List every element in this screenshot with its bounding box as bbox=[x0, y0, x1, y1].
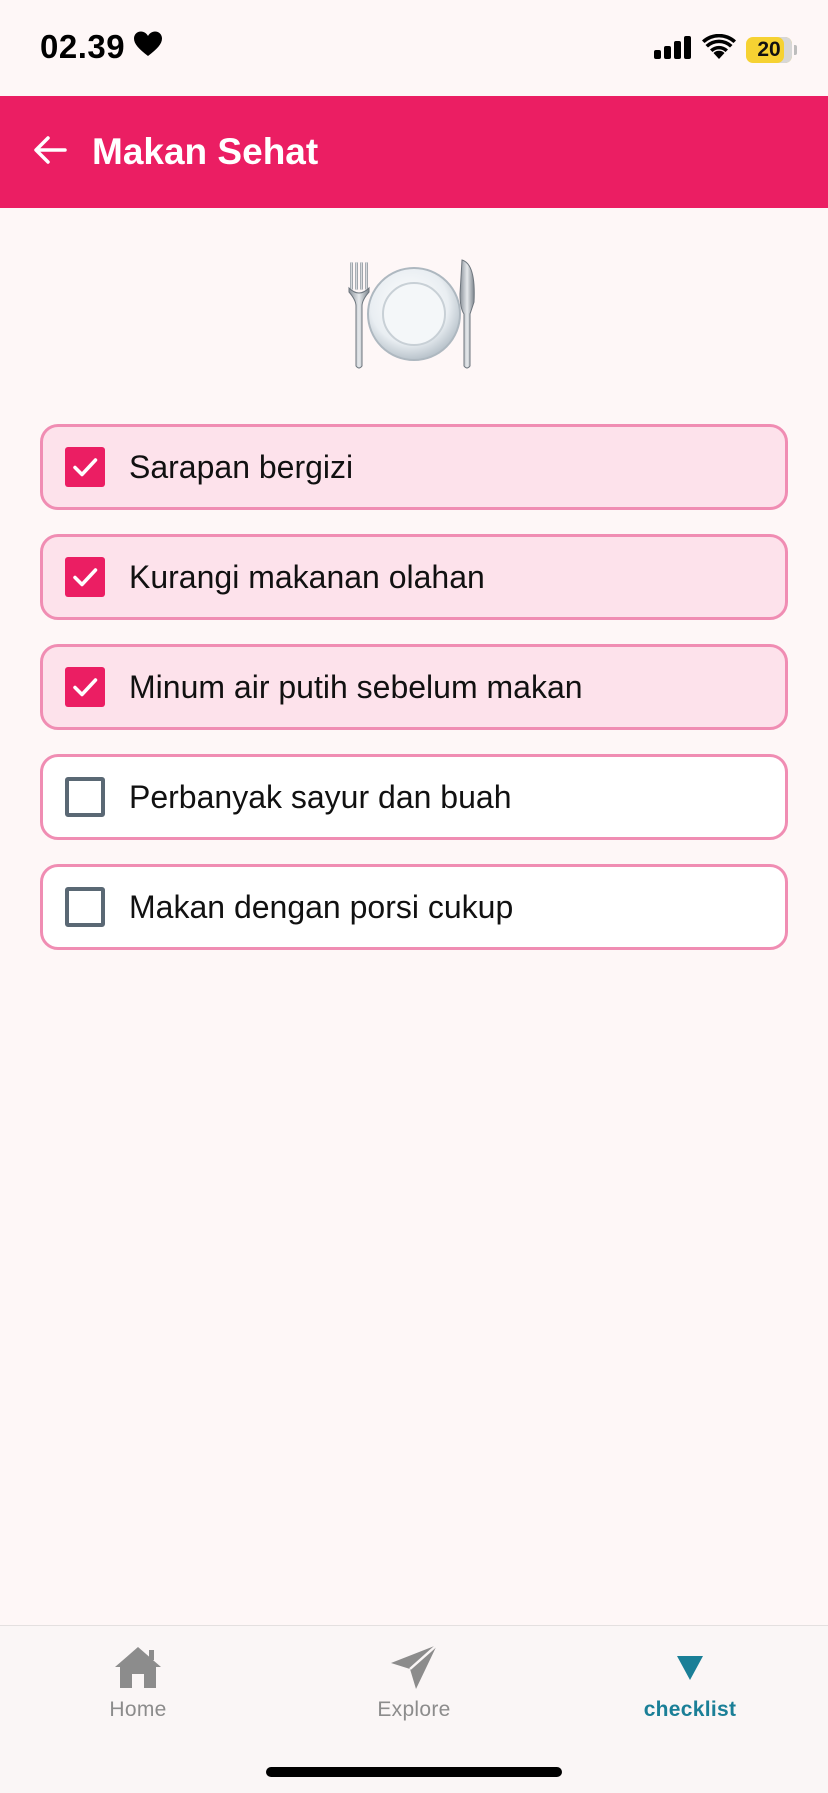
checkbox-checked[interactable] bbox=[65, 557, 105, 597]
battery-tip bbox=[794, 44, 797, 55]
checklist-item-label: Makan dengan porsi cukup bbox=[129, 888, 514, 925]
checklist-item[interactable]: Minum air putih sebelum makan bbox=[40, 644, 788, 730]
checkbox-unchecked[interactable] bbox=[65, 887, 105, 927]
nav-item-explore[interactable]: Explore bbox=[324, 1642, 504, 1738]
battery-level: 20 bbox=[757, 37, 781, 61]
checklist-item[interactable]: Perbanyak sayur dan buah bbox=[40, 754, 788, 840]
checkmark-icon bbox=[73, 458, 98, 477]
page-title: Makan Sehat bbox=[92, 131, 319, 172]
checkbox-checked[interactable] bbox=[65, 667, 105, 707]
checklist-item-label: Sarapan bergizi bbox=[129, 448, 354, 485]
checkmark-icon bbox=[73, 568, 98, 587]
nav-label-checklist: checklist bbox=[643, 1698, 737, 1721]
checklist-item[interactable]: Makan dengan porsi cukup bbox=[40, 864, 788, 950]
checklist-item-label: Perbanyak sayur dan buah bbox=[129, 778, 512, 815]
heart-icon bbox=[133, 28, 163, 66]
back-button[interactable] bbox=[26, 128, 74, 176]
checklist: Sarapan bergizi Kurangi makanan olahan M… bbox=[40, 424, 788, 974]
cellular-signal-icon bbox=[654, 35, 692, 64]
status-time-text: 02.39 bbox=[40, 28, 126, 65]
nav-item-checklist[interactable]: checklist bbox=[600, 1642, 780, 1738]
battery-icon: 20 bbox=[746, 36, 797, 63]
nav-label-explore: Explore bbox=[377, 1698, 451, 1721]
triangle-down-icon bbox=[662, 1642, 718, 1692]
status-bar: 02.39 20 bbox=[0, 0, 828, 96]
status-indicators: 20 bbox=[654, 33, 797, 65]
checklist-item-label: Minum air putih sebelum makan bbox=[129, 668, 583, 705]
home-icon bbox=[110, 1642, 166, 1692]
app-bar: Makan Sehat bbox=[0, 96, 828, 208]
nav-label-home: Home bbox=[109, 1698, 167, 1721]
arrow-left-icon bbox=[33, 135, 67, 170]
checklist-item[interactable]: Sarapan bergizi bbox=[40, 424, 788, 510]
checkbox-checked[interactable] bbox=[65, 447, 105, 487]
nav-item-home[interactable]: Home bbox=[48, 1642, 228, 1738]
fork-knife-plate-icon bbox=[344, 254, 484, 374]
checklist-item[interactable]: Kurangi makanan olahan bbox=[40, 534, 788, 620]
status-time: 02.39 bbox=[40, 28, 163, 66]
paper-plane-icon bbox=[386, 1642, 442, 1692]
checkbox-unchecked[interactable] bbox=[65, 777, 105, 817]
home-indicator bbox=[266, 1767, 562, 1777]
wifi-icon bbox=[702, 33, 736, 65]
checkmark-icon bbox=[73, 678, 98, 697]
checklist-item-label: Kurangi makanan olahan bbox=[129, 558, 485, 595]
